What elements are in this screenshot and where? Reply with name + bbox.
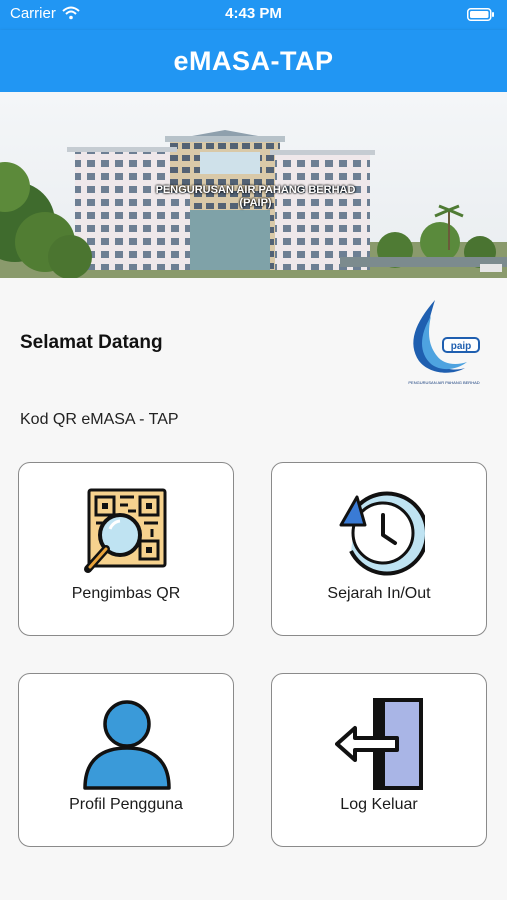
user-profile-button[interactable]: Profil Pengguna <box>18 673 234 847</box>
logout-button[interactable]: Log Keluar <box>271 673 487 847</box>
qr-scanner-label: Pengimbas QR <box>71 585 181 602</box>
history-label: Sejarah In/Out <box>327 585 431 602</box>
banner-caption-line1: PENGURUSAN AIR PAHANG BERHAD <box>155 184 356 196</box>
welcome-heading: Selamat Datang <box>20 332 163 353</box>
user-profile-icon <box>83 700 171 790</box>
clock-time: 4:43 PM <box>225 5 282 22</box>
logout-door-icon <box>335 698 423 790</box>
banner-caption: PENGURUSAN AIR PAHANG BERHAD (PAIP) <box>148 184 363 210</box>
history-clock-icon <box>339 491 425 576</box>
app-header: eMASA-TAP <box>0 30 507 92</box>
banner-image: PENGURUSAN AIR PAHANG BERHAD (PAIP) <box>0 92 507 278</box>
qr-scanner-button[interactable]: Pengimbas QR <box>18 462 234 636</box>
logout-label: Log Keluar <box>340 796 418 813</box>
app-title: eMASA-TAP <box>173 46 334 76</box>
logo-mark-text: paip <box>451 341 472 352</box>
banner-caption-line2: (PAIP) <box>239 197 272 209</box>
history-button[interactable]: Sejarah In/Out <box>271 462 487 636</box>
battery-icon <box>467 8 494 21</box>
section-label: Kod QR eMASA - TAP <box>20 411 179 428</box>
paip-logo-icon: paip <box>413 300 480 373</box>
status-bar: Carrier 4:43 PM <box>0 0 507 30</box>
paip-logo: paip PENGURUSAN AIR PAHANG BERHAD <box>405 298 483 390</box>
user-profile-label: Profil Pengguna <box>69 796 183 813</box>
qr-scan-icon <box>84 488 167 573</box>
logo-caption: PENGURUSAN AIR PAHANG BERHAD <box>408 380 480 385</box>
